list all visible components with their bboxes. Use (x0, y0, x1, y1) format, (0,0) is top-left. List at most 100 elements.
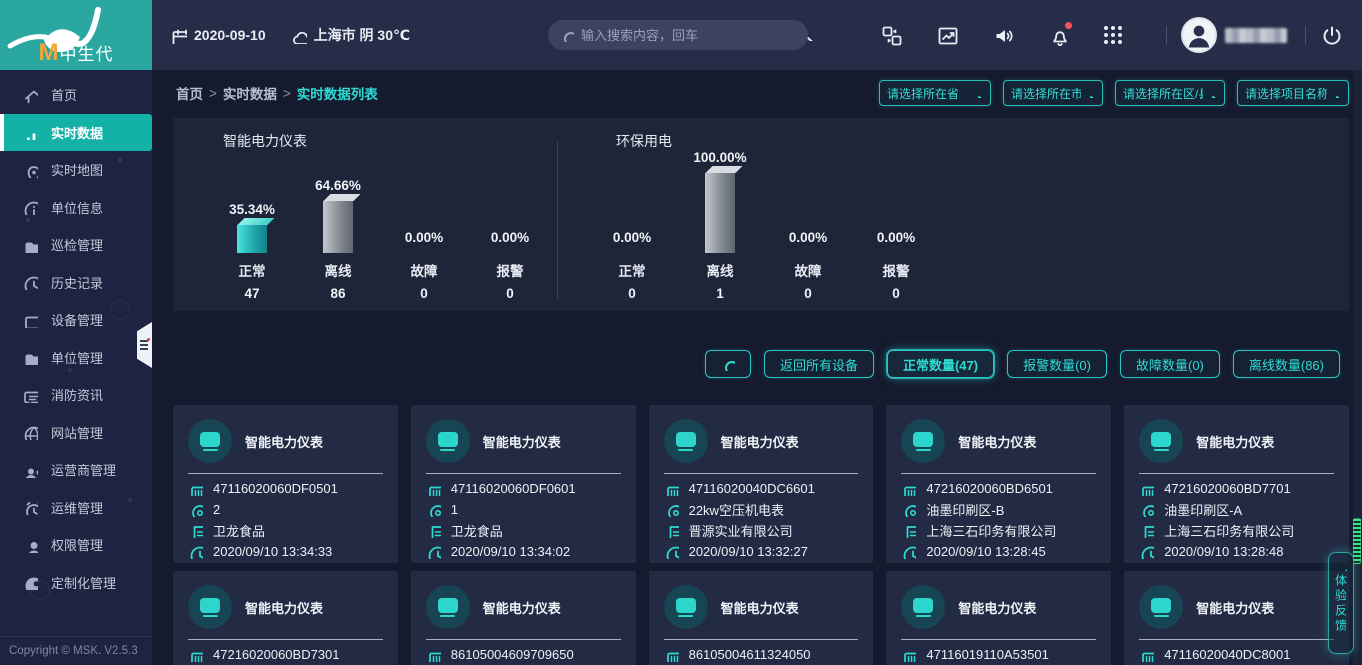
search-input[interactable] (581, 28, 796, 43)
chart-box-icon[interactable] (936, 24, 958, 46)
scrollbar-thumb[interactable] (1353, 518, 1361, 564)
project-select[interactable]: 请选择项目名称 (1237, 80, 1349, 106)
sidebar-item-device-mgmt[interactable]: 设备管理 (0, 301, 152, 339)
sidebar: 首页 实时数据 实时地图 单位信息 巡检管理 历史记录 设备管理 单位管理 消防… (0, 70, 152, 665)
device-card[interactable]: 智能电力仪表 47116020040DC8001 (1124, 571, 1349, 665)
folder-icon (22, 237, 38, 253)
sidebar-item-realtime-data[interactable]: 实时数据 (0, 114, 152, 152)
realtime-data-icon (22, 124, 38, 140)
count-value: 0 (506, 286, 514, 301)
meter-id-icon (188, 481, 203, 496)
sidebar-item-unit-mgmt[interactable]: 单位管理 (0, 339, 152, 377)
sidebar-item-unit-info[interactable]: 单位信息 (0, 189, 152, 227)
device-card[interactable]: 智能电力仪表 47116019110A53501 (886, 571, 1111, 665)
header-divider (1166, 26, 1167, 44)
city-select[interactable]: 请选择所在市 (1003, 80, 1103, 106)
header-divider (1305, 26, 1306, 44)
card-divider (188, 639, 383, 640)
brand-logo: M中生代 (0, 0, 152, 70)
device-company: 卫龙食品 (451, 521, 503, 540)
meter-id-icon (901, 481, 916, 496)
sidebar-item-label: 权限管理 (51, 535, 103, 554)
chart-column-offline: 64.66% 离线 86 (295, 149, 381, 301)
district-select[interactable]: 请选择所在区/县 (1115, 80, 1225, 106)
bar-offline (705, 173, 735, 253)
card-divider (188, 473, 383, 474)
breadcrumb-realtime-data[interactable]: 实时数据 (223, 83, 277, 103)
chevron-down-icon (973, 88, 983, 98)
speaker-icon[interactable] (992, 24, 1014, 46)
device-card[interactable]: 智能电力仪表 47216020060BD6501 油墨印刷区-B 上海三石印务有… (886, 405, 1111, 563)
sidebar-item-label: 运营商管理 (51, 460, 116, 479)
device-id: 47116020040DC8001 (1164, 647, 1290, 662)
breadcrumb-home[interactable]: 首页 (176, 83, 203, 103)
users-icon (22, 462, 38, 478)
bolt-icon (919, 601, 928, 610)
count-value: 0 (804, 286, 812, 301)
device-card[interactable]: 智能电力仪表 86105004609709650 (411, 571, 636, 665)
feedback-button[interactable]: 体验反馈 (1328, 552, 1354, 654)
sidebar-item-ops-mgmt[interactable]: 运维管理 (0, 489, 152, 527)
power-meter-icon (188, 585, 232, 629)
power-icon[interactable] (1320, 24, 1342, 46)
card-title: 智能电力仪表 (245, 598, 323, 617)
sidebar-item-operator-mgmt[interactable]: 运营商管理 (0, 451, 152, 489)
username-redacted (1225, 28, 1287, 43)
category-label: 故障 (411, 260, 438, 280)
search-filter-button[interactable] (705, 350, 751, 378)
bell-icon[interactable] (1048, 24, 1070, 46)
company-icon (901, 523, 916, 538)
power-meter-icon (188, 419, 232, 463)
device-card[interactable]: 智能电力仪表 47116020060DF0601 1 卫龙食品 2020/09/… (411, 405, 636, 563)
offline-count-button[interactable]: 离线数量(86) (1233, 350, 1340, 378)
sidebar-item-website-mgmt[interactable]: 网站管理 (0, 414, 152, 452)
device-time: 2020/09/10 13:34:33 (213, 544, 332, 559)
card-divider (426, 639, 621, 640)
alarm-count-button[interactable]: 报警数量(0) (1007, 350, 1107, 378)
power-meter-icon (901, 585, 945, 629)
bolt-icon (681, 601, 690, 610)
device-company: 上海三石印务有限公司 (1164, 521, 1294, 540)
scrollbar-track[interactable] (1353, 70, 1362, 665)
bolt-icon (206, 435, 215, 444)
chart-group-eco-power: 环保用电 0.00% 正常 0 100.00% 离线 1 (558, 118, 1349, 311)
card-title: 智能电力仪表 (721, 432, 799, 451)
chart-column-normal: 0.00% 正常 0 (588, 149, 676, 301)
device-id: 47116019110A53501 (926, 647, 1048, 662)
power-meter-icon (664, 419, 708, 463)
card-divider (901, 639, 1096, 640)
device-card[interactable]: 智能电力仪表 86105004611324050 (649, 571, 874, 665)
normal-count-button[interactable]: 正常数量(47) (887, 350, 994, 378)
device-card[interactable]: 智能电力仪表 47216020060BD7701 油墨印刷区-A 上海三石印务有… (1124, 405, 1349, 563)
location-icon (1139, 502, 1154, 517)
count-value: 1 (716, 286, 724, 301)
user-lock-icon (22, 537, 38, 553)
sidebar-item-history[interactable]: 历史记录 (0, 264, 152, 302)
breadcrumb-row: 首页 > 实时数据 > 实时数据列表 请选择所在省 请选择所在市 请选择所在区/… (152, 70, 1362, 116)
sidebar-item-permission-mgmt[interactable]: 权限管理 (0, 526, 152, 564)
device-card[interactable]: 智能电力仪表 47116020040DC6601 22kw空压机电表 晋源实业有… (649, 405, 874, 563)
power-meter-icon (664, 585, 708, 629)
province-select[interactable]: 请选择所在省 (879, 80, 991, 106)
chart-column-normal: 35.34% 正常 47 (209, 149, 295, 301)
fault-count-button[interactable]: 故障数量(0) (1120, 350, 1220, 378)
sidebar-item-customization[interactable]: 定制化管理 (0, 564, 152, 602)
device-card[interactable]: 智能电力仪表 47216020060BD7301 (173, 571, 398, 665)
meter-id-icon (1139, 481, 1154, 496)
card-title: 智能电力仪表 (483, 432, 561, 451)
device-company: 卫龙食品 (213, 521, 265, 540)
back-all-devices-button[interactable]: 返回所有设备 (764, 350, 874, 378)
sidebar-item-home[interactable]: 首页 (0, 76, 152, 114)
cloud-icon (290, 27, 307, 44)
category-label: 报警 (497, 260, 524, 280)
search-icon (560, 28, 574, 42)
avatar[interactable] (1181, 17, 1217, 53)
device-card[interactable]: 智能电力仪表 47116020060DF0501 2 卫龙食品 2020/09/… (173, 405, 398, 563)
breadcrumb-separator: > (283, 86, 291, 101)
sidebar-item-fire-news[interactable]: 消防资讯 (0, 376, 152, 414)
swap-icon[interactable] (880, 24, 902, 46)
device-card-grid: 智能电力仪表 47116020060DF0501 2 卫龙食品 2020/09/… (173, 405, 1349, 665)
sidebar-item-inspection[interactable]: 巡检管理 (0, 226, 152, 264)
apps-grid-icon[interactable] (1104, 26, 1122, 44)
sidebar-item-realtime-map[interactable]: 实时地图 (0, 151, 152, 189)
